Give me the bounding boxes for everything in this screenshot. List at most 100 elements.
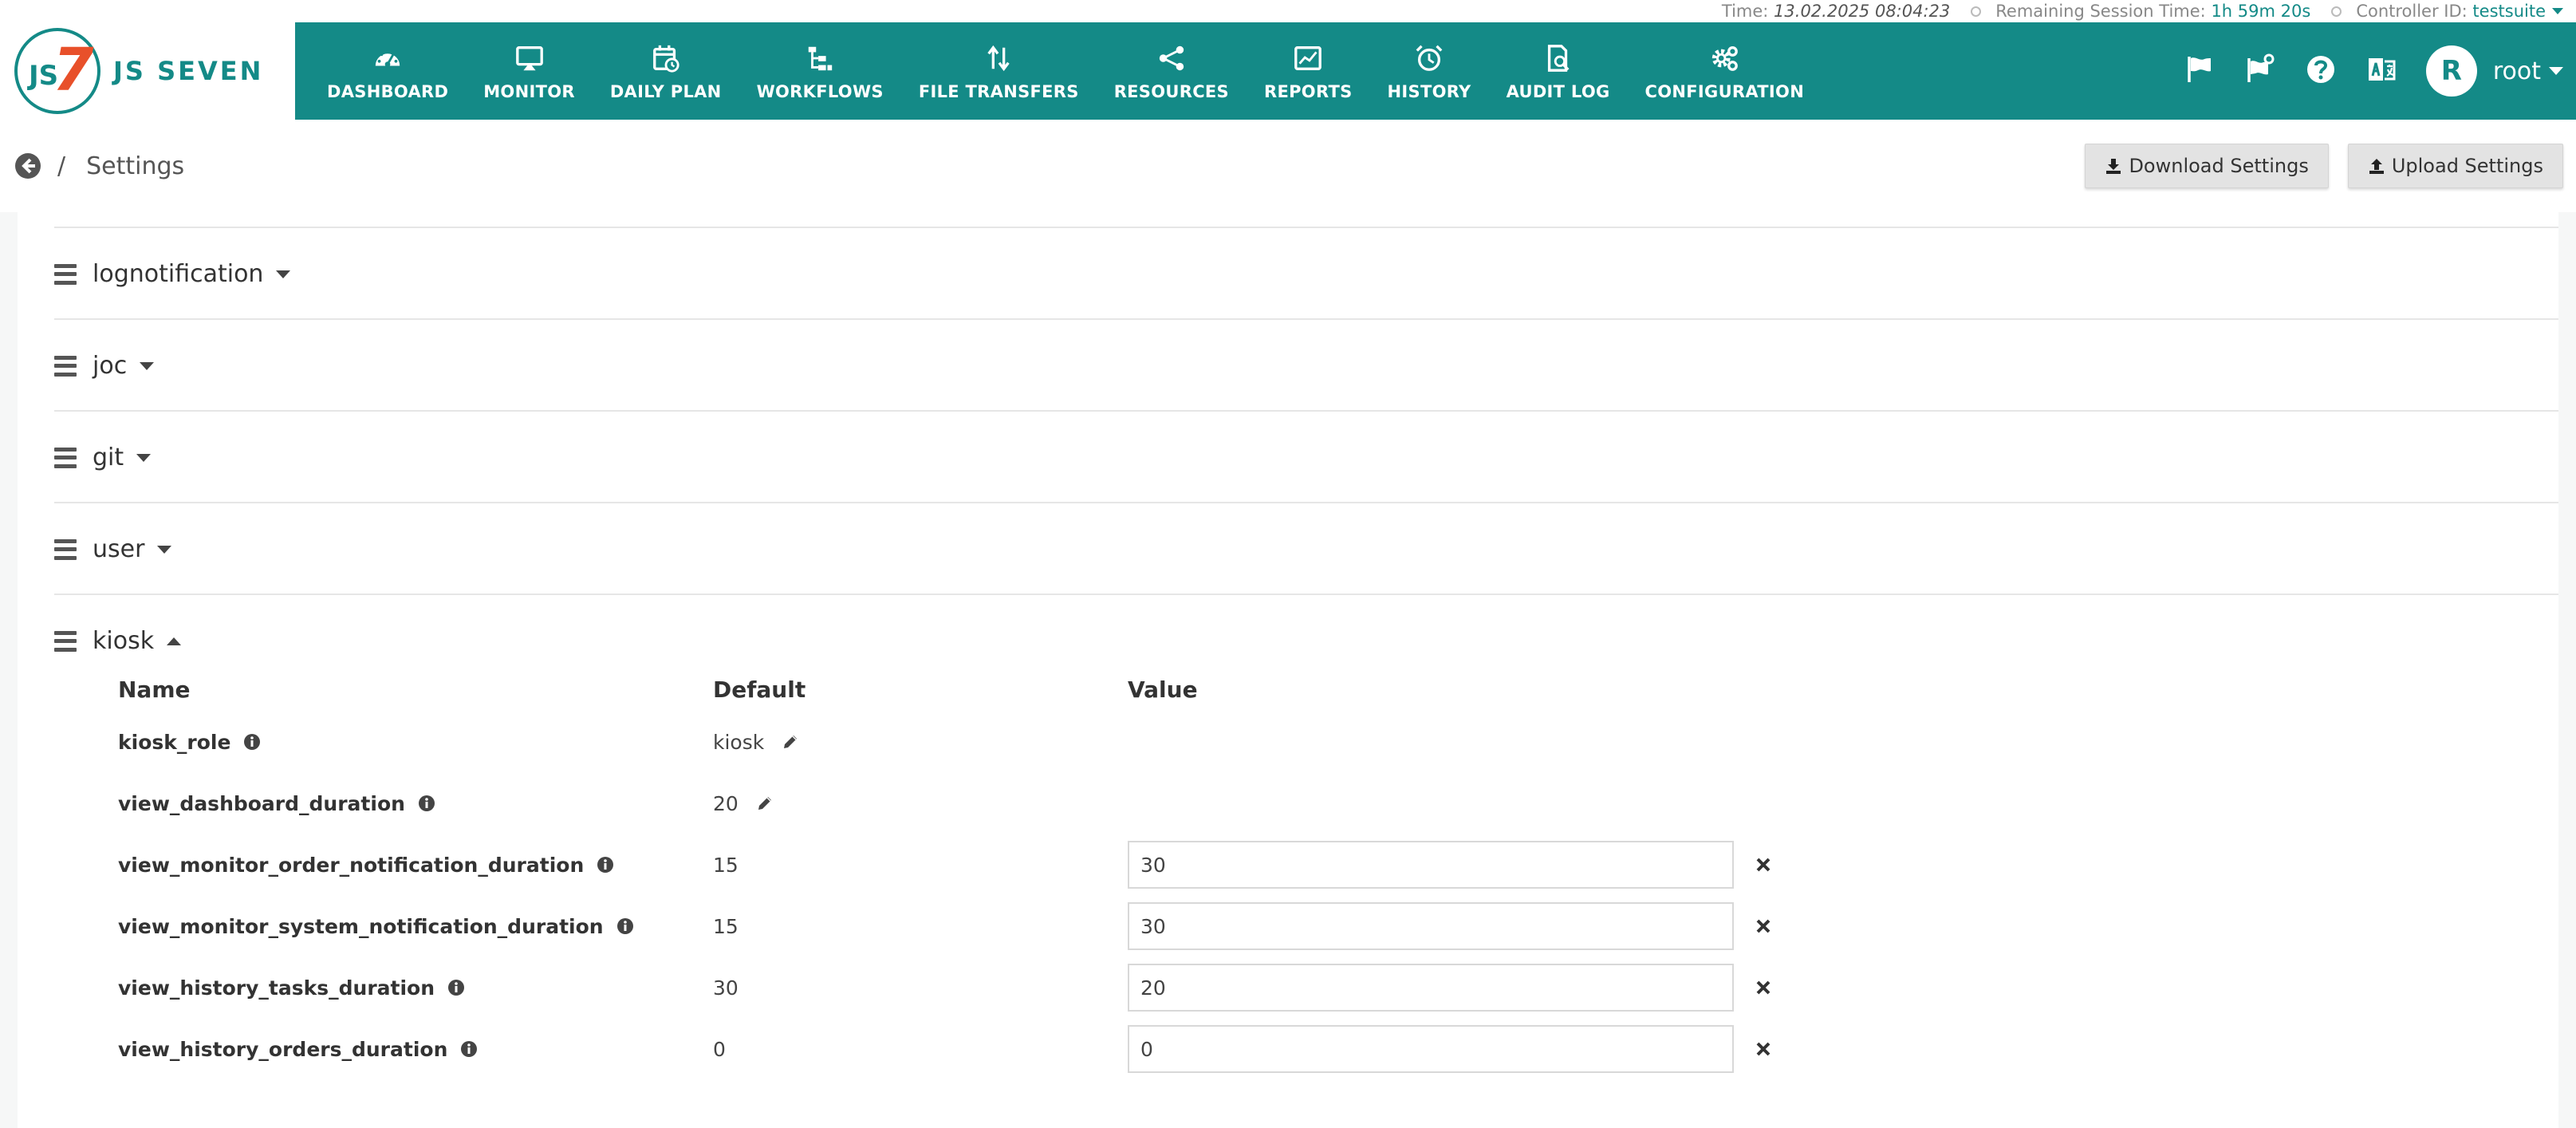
pencil-icon[interactable] xyxy=(782,733,799,751)
pencil-icon[interactable] xyxy=(756,795,774,812)
nav-label: MONITOR xyxy=(483,82,575,101)
section-toggle[interactable]: kiosk xyxy=(54,595,182,687)
breadcrumb: / Settings Download Settings Upload Sett… xyxy=(0,120,2576,212)
setting-value-cell xyxy=(1128,964,1772,1012)
help-icon[interactable] xyxy=(2305,53,2337,89)
setting-value-input[interactable] xyxy=(1128,1025,1734,1073)
nav-item-dashboard[interactable]: DASHBOARD xyxy=(309,22,466,120)
column-header-value: Value xyxy=(1128,676,1198,703)
drag-handle-icon[interactable] xyxy=(54,355,77,377)
user-menu[interactable]: root xyxy=(2493,57,2563,85)
avatar[interactable]: R xyxy=(2425,45,2477,97)
info-icon[interactable] xyxy=(460,1040,478,1058)
section-joc: joc xyxy=(54,318,2558,410)
audit-icon xyxy=(1543,41,1574,76)
section-toggle[interactable]: lognotification xyxy=(54,228,291,320)
section-toggle[interactable]: user xyxy=(54,503,172,595)
info-icon[interactable] xyxy=(616,917,634,935)
setting-default-cell: 15 xyxy=(713,841,739,889)
setting-default-cell: 0 xyxy=(713,1025,726,1073)
flag-settings-icon[interactable] xyxy=(2244,53,2276,89)
setting-name-cell: view_dashboard_duration xyxy=(118,779,435,827)
transfer-icon xyxy=(983,41,1014,76)
caret-down-icon xyxy=(157,545,172,554)
dashboard-icon xyxy=(372,41,403,76)
nav-item-reports[interactable]: REPORTS xyxy=(1247,22,1370,120)
upload-settings-button[interactable]: Upload Settings xyxy=(2347,144,2563,188)
nav-right-tools: R root xyxy=(2184,22,2576,120)
setting-name-cell: view_monitor_system_notification_duratio… xyxy=(118,902,634,950)
controller-selector[interactable]: Controller ID: testsuite xyxy=(2356,2,2563,21)
nav-item-configuration[interactable]: CONFIGURATION xyxy=(1628,22,1822,120)
setting-default: 20 xyxy=(713,791,739,815)
setting-value-input[interactable] xyxy=(1128,841,1734,889)
close-icon[interactable] xyxy=(1755,856,1772,874)
workflow-icon xyxy=(805,41,835,76)
caret-down-icon xyxy=(136,453,152,462)
session-value[interactable]: 1h 59m 20s xyxy=(2211,2,2310,21)
download-icon xyxy=(2106,159,2121,174)
section-name: kiosk xyxy=(93,627,155,655)
close-icon[interactable] xyxy=(1755,917,1772,935)
translate-icon[interactable] xyxy=(2365,53,2397,89)
section-toggle[interactable]: git xyxy=(54,412,152,503)
setting-default-cell: 20 xyxy=(713,779,774,827)
drag-handle-icon[interactable] xyxy=(54,263,77,285)
section-name: lognotification xyxy=(93,260,264,288)
time-label: Time: xyxy=(1721,2,1769,21)
nav-item-daily-plan[interactable]: DAILY PLAN xyxy=(593,22,739,120)
nav-item-audit-log[interactable]: AUDIT LOG xyxy=(1489,22,1628,120)
caret-down-icon xyxy=(140,361,155,370)
controller-value[interactable]: testsuite xyxy=(2472,2,2546,21)
upload-settings-label: Upload Settings xyxy=(2391,155,2543,177)
nav-item-history[interactable]: HISTORY xyxy=(1370,22,1489,120)
setting-name: kiosk_role xyxy=(118,730,231,754)
chart-icon xyxy=(1293,41,1323,76)
setting-default-cell: 30 xyxy=(713,964,739,1012)
setting-value-input[interactable] xyxy=(1128,902,1734,950)
table-row: view_history_tasks_duration 30 xyxy=(118,964,1873,1012)
section-toggle[interactable]: joc xyxy=(54,320,155,412)
nav-item-monitor[interactable]: MONITOR xyxy=(466,22,593,120)
drag-handle-icon[interactable] xyxy=(54,630,77,652)
logo-mark-icon: JS 7 xyxy=(14,28,100,114)
nav-label: RESOURCES xyxy=(1113,82,1229,101)
nav-label: DAILY PLAN xyxy=(609,82,722,101)
close-icon[interactable] xyxy=(1755,1040,1772,1058)
setting-default: 0 xyxy=(713,1037,726,1061)
breadcrumb-separator: / xyxy=(57,152,66,180)
setting-default-cell: kiosk xyxy=(713,718,799,766)
nav-item-file-transfers[interactable]: FILE TRANSFERS xyxy=(901,22,1097,120)
page-title: Settings xyxy=(86,152,185,180)
info-icon[interactable] xyxy=(418,795,435,812)
nav-item-resources[interactable]: RESOURCES xyxy=(1097,22,1247,120)
setting-name-cell: kiosk_role xyxy=(118,718,261,766)
download-settings-button[interactable]: Download Settings xyxy=(2085,144,2329,188)
section-name: git xyxy=(93,444,124,471)
setting-value-cell xyxy=(1128,1025,1772,1073)
alarm-icon xyxy=(1414,41,1444,76)
setting-name: view_dashboard_duration xyxy=(118,791,405,815)
back-arrow-icon[interactable] xyxy=(14,152,41,179)
close-icon[interactable] xyxy=(1755,979,1772,996)
setting-value-input[interactable] xyxy=(1128,964,1734,1012)
nav-label: WORKFLOWS xyxy=(756,82,884,101)
nav-item-workflows[interactable]: WORKFLOWS xyxy=(739,22,901,120)
monitor-icon xyxy=(514,41,545,76)
separator-dot-icon xyxy=(1971,6,1982,17)
settings-actions: Download Settings Upload Settings xyxy=(2085,144,2576,188)
brand-name: JS SEVEN xyxy=(113,56,264,86)
table-row: view_dashboard_duration 20 xyxy=(118,779,1873,827)
setting-value-cell xyxy=(1128,902,1772,950)
user-name: root xyxy=(2492,57,2541,85)
section-lognotification: lognotification xyxy=(54,227,2558,318)
flag-icon[interactable] xyxy=(2184,53,2216,89)
drag-handle-icon[interactable] xyxy=(54,447,77,468)
drag-handle-icon[interactable] xyxy=(54,538,77,560)
table-row: kiosk_role kiosk xyxy=(118,718,1873,766)
gears-icon xyxy=(1709,41,1739,76)
info-icon[interactable] xyxy=(447,979,465,996)
info-icon[interactable] xyxy=(597,856,614,874)
info-icon[interactable] xyxy=(243,733,261,751)
logo[interactable]: JS 7 JS SEVEN xyxy=(0,22,295,120)
